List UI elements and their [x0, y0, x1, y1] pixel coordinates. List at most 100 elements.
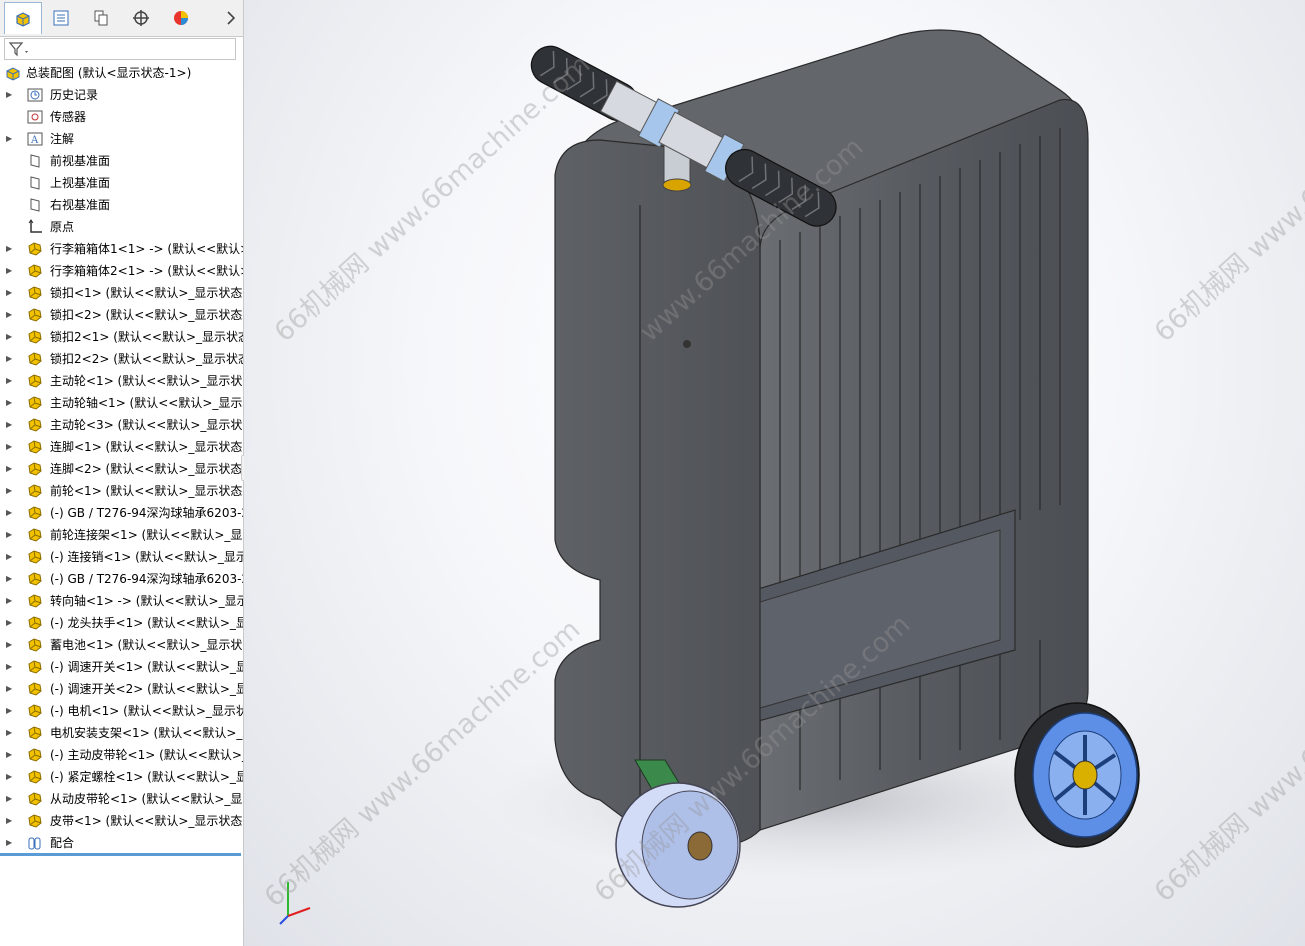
expand-arrow-icon[interactable]: ▶ — [6, 788, 16, 810]
tab-chevron-right[interactable] — [212, 2, 243, 34]
tree-item[interactable]: ▶ 锁扣<2> (默认<<默认>_显示状态 — [0, 304, 243, 326]
tree-item[interactable]: ▶ (-) 主动皮带轮<1> (默认<<默认>_ — [0, 744, 243, 766]
expand-arrow-icon[interactable]: ▶ — [6, 392, 16, 414]
expand-arrow-icon[interactable]: ▶ — [6, 832, 16, 854]
tree-item-label: (-) 连接销<1> (默认<<默认>_显示 — [50, 550, 244, 564]
tree-root-assembly[interactable]: 总装配图 (默认<显示状态-1>) — [0, 62, 243, 84]
feature-manager-panel: 总装配图 (默认<显示状态-1>) ▶ 历史记录 传感器 ▶ A 注解 前视基准面 上视基准面右… — [0, 0, 244, 946]
graphics-viewport[interactable]: 66机械网 www.66machine.com 66机械网 www.66machi… — [244, 0, 1305, 946]
tree-item[interactable]: 前视基准面 — [0, 150, 243, 172]
svg-text:A: A — [30, 135, 39, 146]
tree-item[interactable]: ▶ 行李箱箱体1<1> -> (默认<<默认> — [0, 238, 243, 260]
tree-item[interactable]: ▶ 电机安装支架<1> (默认<<默认>_显 — [0, 722, 243, 744]
rear-wheel — [1014, 702, 1140, 848]
expand-arrow-icon[interactable]: ▶ — [6, 634, 16, 656]
expand-arrow-icon[interactable]: ▶ — [6, 744, 16, 766]
filter-field[interactable] — [4, 38, 236, 60]
expand-arrow-icon[interactable]: ▶ — [6, 414, 16, 436]
tree-item[interactable]: 传感器 — [0, 106, 243, 128]
expand-arrow-icon[interactable]: ▶ — [6, 326, 16, 348]
expand-arrow-icon[interactable]: ▶ — [6, 480, 16, 502]
tab-property-manager[interactable] — [42, 2, 80, 34]
expand-arrow-icon[interactable]: ▶ — [6, 282, 16, 304]
tree-item[interactable]: ▶ (-) 调速开关<1> (默认<<默认>_显 — [0, 656, 243, 678]
filter-icon[interactable] — [7, 39, 33, 59]
view-triad — [279, 882, 311, 925]
tree-item-label: 前视基准面 — [50, 154, 111, 168]
configuration-manager-icon — [94, 10, 108, 26]
expand-arrow-icon[interactable]: ▶ — [6, 590, 16, 612]
part-icon — [28, 616, 42, 630]
tab-display-manager[interactable] — [162, 2, 200, 34]
expand-arrow-icon[interactable]: ▶ — [6, 678, 16, 700]
expand-arrow-icon[interactable]: ▶ — [6, 304, 16, 326]
tab-dimxpert[interactable] — [122, 2, 160, 34]
tree-item[interactable]: ▶ (-) GB / T276-94深沟球轴承6203-2 — [0, 568, 243, 590]
expand-arrow-icon[interactable]: ▶ — [6, 810, 16, 832]
plane-icon — [30, 154, 40, 168]
tree-item[interactable]: ▶ 前轮连接架<1> (默认<<默认>_显示 — [0, 524, 243, 546]
tree-item-label: (-) 电机<1> (默认<<默认>_显示状 — [50, 704, 244, 718]
expand-arrow-icon[interactable]: ▶ — [6, 766, 16, 788]
tree-item[interactable]: ▶ (-) GB / T276-94深沟球轴承6203-2 — [0, 502, 243, 524]
expand-arrow-icon[interactable]: ▶ — [6, 612, 16, 634]
expand-arrow-icon[interactable]: ▶ — [6, 524, 16, 546]
expand-arrow-icon[interactable]: ▶ — [6, 656, 16, 678]
tree-item[interactable]: ▶ 主动轮轴<1> (默认<<默认>_显示状态 — [0, 392, 243, 414]
tree-item[interactable]: ▶ 连脚<2> (默认<<默认>_显示状态 — [0, 458, 243, 480]
part-icon — [28, 418, 42, 432]
expand-arrow-icon[interactable]: ▶ — [6, 238, 16, 260]
tab-feature-manager[interactable] — [4, 2, 42, 34]
expand-arrow-icon[interactable]: ▶ — [6, 370, 16, 392]
tree-item-label: 锁扣2<1> (默认<<默认>_显示状态 — [50, 330, 244, 344]
tree-item[interactable]: ▶ (-) 连接销<1> (默认<<默认>_显示 — [0, 546, 243, 568]
tree-item[interactable]: ▶ (-) 调速开关<2> (默认<<默认>_显 — [0, 678, 243, 700]
tree-item-label: 传感器 — [50, 110, 87, 124]
tree-item[interactable]: ▶ (-) 龙头扶手<1> (默认<<默认>_显 — [0, 612, 243, 634]
part-icon — [28, 330, 42, 344]
tab-configuration-manager[interactable] — [82, 2, 120, 34]
tree-item[interactable]: ▶ A 注解 — [0, 128, 243, 150]
plane-icon — [30, 198, 40, 212]
expand-arrow-icon[interactable]: ▶ — [6, 348, 16, 370]
part-icon — [28, 594, 42, 608]
tree-item[interactable]: ▶ 锁扣2<2> (默认<<默认>_显示状态 — [0, 348, 243, 370]
tree-item[interactable]: ▶ 主动轮<3> (默认<<默认>_显示状态 — [0, 414, 243, 436]
tree-item[interactable]: ▶ 连脚<1> (默认<<默认>_显示状态 — [0, 436, 243, 458]
tree-item[interactable]: ▶ 转向轴<1> -> (默认<<默认>_显示 — [0, 590, 243, 612]
expand-arrow-icon[interactable]: ▶ — [6, 458, 16, 480]
tree-item-label: (-) 紧定螺栓<1> (默认<<默认>_显 — [50, 770, 244, 784]
tree-item[interactable]: ▶ 锁扣2<1> (默认<<默认>_显示状态 — [0, 326, 243, 348]
expand-arrow-icon[interactable]: ▶ — [6, 436, 16, 458]
tree-item[interactable]: ▶ 行李箱箱体2<1> -> (默认<<默认> — [0, 260, 243, 282]
expand-arrow-icon[interactable]: ▶ — [6, 546, 16, 568]
expand-arrow-icon[interactable]: ▶ — [6, 84, 16, 106]
tree-item[interactable]: ▶ (-) 紧定螺栓<1> (默认<<默认>_显 — [0, 766, 243, 788]
expand-arrow-icon[interactable]: ▶ — [6, 128, 16, 150]
tree-item[interactable]: 原点 — [0, 216, 243, 238]
expand-arrow-icon[interactable]: ▶ — [6, 260, 16, 282]
tree-item[interactable]: ▶ 从动皮带轮<1> (默认<<默认>_显示 — [0, 788, 243, 810]
tree-item[interactable]: ▶ 皮带<1> (默认<<默认>_显示状态 — [0, 810, 243, 832]
feature-manager-icon — [16, 11, 30, 27]
tree-item-label: 配合 — [50, 836, 75, 850]
tree-item[interactable]: ▶ 历史记录 — [0, 84, 243, 106]
tree-item[interactable]: ▶ 配合 — [0, 832, 243, 854]
part-icon — [28, 704, 42, 718]
tree-item[interactable]: ▶ 锁扣<1> (默认<<默认>_显示状态 — [0, 282, 243, 304]
tree-item-label: 皮带<1> (默认<<默认>_显示状态 — [50, 814, 243, 828]
expand-arrow-icon[interactable]: ▶ — [6, 722, 16, 744]
panel-divider — [0, 853, 241, 856]
tree-item[interactable]: 上视基准面 — [0, 172, 243, 194]
tree-item[interactable]: ▶ 主动轮<1> (默认<<默认>_显示状态 — [0, 370, 243, 392]
tree-item[interactable]: ▶ 前轮<1> (默认<<默认>_显示状态 — [0, 480, 243, 502]
expand-arrow-icon[interactable]: ▶ — [6, 502, 16, 524]
expand-arrow-icon[interactable]: ▶ — [6, 700, 16, 722]
tree-item[interactable]: ▶ (-) 电机<1> (默认<<默认>_显示状 — [0, 700, 243, 722]
tree-item[interactable]: 右视基准面 — [0, 194, 243, 216]
tree-item-label: 蓄电池<1> (默认<<默认>_显示状态 — [50, 638, 244, 652]
tree-item-label: 连脚<2> (默认<<默认>_显示状态 — [50, 462, 243, 476]
tree-item[interactable]: ▶ 蓄电池<1> (默认<<默认>_显示状态 — [0, 634, 243, 656]
part-icon — [28, 286, 42, 300]
expand-arrow-icon[interactable]: ▶ — [6, 568, 16, 590]
